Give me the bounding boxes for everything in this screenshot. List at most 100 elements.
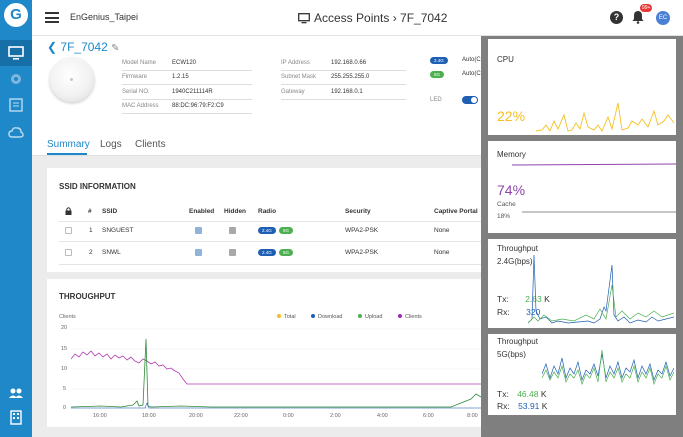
x-tick: 20:00: [189, 413, 203, 419]
legend-label: Download: [318, 314, 343, 320]
band-24g-badge: 2.4G: [430, 57, 448, 64]
rx-label: Rx:: [497, 401, 510, 411]
row-checkbox[interactable]: [65, 249, 72, 256]
info-value: 255.255.255.0: [331, 74, 370, 81]
row-ssid: SNGUEST: [102, 227, 134, 234]
rx-label: Rx:: [497, 307, 510, 317]
col-hidden: Hidden: [224, 208, 247, 215]
enabled-checkbox[interactable]: [195, 249, 202, 256]
bell-icon[interactable]: [632, 10, 644, 24]
legend-label: Upload: [365, 314, 383, 320]
tp5-rx: Rx: 53.91 K: [497, 401, 547, 411]
row-num: 2: [89, 249, 93, 256]
x-tick: 18:00: [142, 413, 156, 419]
gear-icon: [11, 74, 21, 84]
building-icon: [10, 410, 22, 425]
channel-24g: Auto(C: [462, 57, 481, 63]
radio-24g-badge: 2.4G: [258, 227, 276, 234]
menu-icon[interactable]: [45, 12, 59, 23]
x-tick: 8:00: [467, 413, 478, 419]
hidden-checkbox[interactable]: [229, 227, 236, 234]
info-value: 1.2.15: [172, 74, 189, 81]
row-captive: None: [434, 227, 450, 234]
row-divider: [59, 241, 481, 242]
active-tab-underline: [47, 153, 87, 155]
throughput-title: THROUGHPUT: [59, 292, 116, 301]
clients-series-line: [71, 350, 481, 385]
info-value: 192.168.0.1: [331, 88, 363, 95]
legend-download[interactable]: Download: [311, 314, 342, 320]
col-ssid: SSID: [102, 208, 118, 215]
row-checkbox[interactable]: [65, 227, 72, 234]
enabled-checkbox[interactable]: [195, 227, 202, 234]
cpu-card: CPU 22%: [488, 39, 676, 135]
access-point-image: [50, 58, 94, 102]
ssid-card: SSID INFORMATION # SSID Enabled Hidden R…: [47, 168, 481, 272]
col-captive: Captive Portal: [434, 208, 478, 215]
tab-clients[interactable]: Clients: [135, 139, 166, 150]
y-tick: 20: [61, 325, 68, 331]
nav-users[interactable]: [0, 380, 32, 406]
legend-total[interactable]: Total: [277, 314, 296, 320]
cpu-label: CPU: [497, 55, 514, 64]
col-num: #: [88, 208, 92, 215]
legend-upload[interactable]: Upload: [358, 314, 382, 320]
info-key: MAC Address: [122, 103, 159, 110]
nav-reports[interactable]: [0, 92, 32, 118]
stats-panel: CPU 22% Memory 74% Cache 18% Throughput …: [481, 36, 683, 437]
tx-value: 46.48: [517, 389, 539, 399]
nav-cloud[interactable]: [0, 120, 32, 146]
info-value: ECW120: [172, 59, 197, 66]
list-icon: [9, 98, 23, 112]
row-security: WPA2-PSK: [345, 227, 379, 234]
row-divider: [59, 221, 481, 222]
monitor-icon: [298, 13, 310, 24]
row-security: WPA2-PSK: [345, 249, 379, 256]
throughput-chart: [71, 328, 481, 409]
help-icon[interactable]: ?: [610, 11, 623, 24]
x-tick: 2:00: [330, 413, 341, 419]
lock-icon: [65, 207, 72, 215]
engenius-logo[interactable]: G: [4, 3, 28, 27]
cpu-sparkline: [536, 102, 674, 132]
y-tick: 15: [61, 346, 68, 352]
info-key: Firmware: [122, 74, 147, 81]
legend-clients[interactable]: Clients: [398, 314, 422, 320]
info-key: Model Name: [122, 59, 157, 66]
row-num: 1: [89, 227, 93, 234]
nav-devices[interactable]: [0, 40, 32, 66]
notification-badge: 99+: [640, 4, 653, 12]
x-tick: 16:00: [93, 413, 107, 419]
col-security: Security: [345, 208, 371, 215]
nav-settings[interactable]: [0, 66, 32, 92]
page-title-text: Access Points › 7F_7042: [314, 11, 448, 25]
info-row: Subnet Mask 255.255.255.0: [281, 71, 406, 85]
row-ssid: SNWL: [102, 249, 121, 256]
hidden-checkbox[interactable]: [229, 249, 236, 256]
avatar[interactable]: EC: [656, 11, 670, 25]
tab-summary[interactable]: Summary: [47, 139, 90, 150]
org-name[interactable]: EnGenius_Taipei: [70, 12, 138, 22]
y-axis-label: Clients: [59, 314, 76, 320]
y-tick: 10: [61, 366, 68, 372]
tab-logs[interactable]: Logs: [100, 139, 122, 150]
radio-24g-badge: 2.4G: [258, 249, 276, 256]
led-toggle[interactable]: [462, 96, 478, 104]
monitor-icon: [8, 46, 24, 60]
info-key: Subnet Mask: [281, 74, 317, 81]
tx-label: Tx:: [497, 294, 509, 304]
y-tick: 0: [63, 405, 67, 411]
nav-building[interactable]: [0, 404, 32, 430]
led-label: LED: [430, 97, 442, 103]
legend-label: Total: [284, 314, 296, 320]
info-row: Serial NO. 1940C211114R: [122, 85, 252, 100]
edit-icon[interactable]: ✎: [111, 43, 119, 54]
back-icon[interactable]: ❮: [47, 40, 57, 54]
logo-letter: G: [10, 6, 22, 23]
memory-sparkline: [512, 163, 676, 213]
tx-label: Tx:: [497, 389, 509, 399]
col-enabled: Enabled: [189, 208, 215, 215]
tp5-sub: 5G(bps): [497, 350, 526, 359]
info-row: IP Address 192.168.0.66: [281, 56, 406, 71]
x-tick: 0:00: [283, 413, 294, 419]
